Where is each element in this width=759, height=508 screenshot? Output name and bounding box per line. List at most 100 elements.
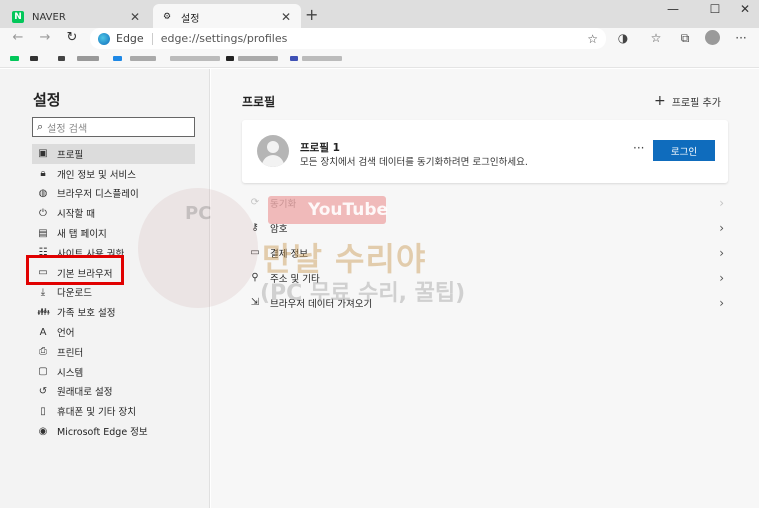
sidebar-item-label: 다운로드 bbox=[57, 288, 92, 300]
gear-icon: ⚙ bbox=[162, 12, 172, 22]
profile-avatar-icon[interactable] bbox=[705, 30, 720, 45]
edge-icon: ◉ bbox=[38, 425, 48, 437]
star-icon[interactable]: ☆ bbox=[587, 32, 598, 46]
sidebar-item-label: Microsoft Edge 정보 bbox=[57, 427, 148, 439]
maximize-icon[interactable]: ☐ bbox=[701, 2, 729, 16]
palette-icon: ◍ bbox=[38, 187, 48, 199]
bookmark-icon[interactable] bbox=[113, 56, 122, 61]
sidebar-item-printers[interactable]: ⎙ 프린터 bbox=[32, 342, 195, 362]
address-bar[interactable]: Edge edge://settings/profiles ☆ bbox=[90, 28, 606, 49]
reset-icon: ↺ bbox=[38, 385, 48, 397]
sidebar-item-label: 원래대로 설정 bbox=[57, 387, 113, 399]
refresh-icon[interactable]: ↻ bbox=[63, 30, 81, 45]
separator bbox=[151, 32, 153, 45]
sidebar-item-about[interactable]: ◉ Microsoft Edge 정보 bbox=[32, 421, 195, 441]
bookmark-icon[interactable] bbox=[226, 56, 234, 61]
tab-strip: N NAVER ✕ ⚙ 설정 ✕ + — ☐ ✕ bbox=[0, 0, 759, 30]
sidebar-item-label: 프린터 bbox=[57, 347, 84, 359]
newtab-icon: ▤ bbox=[38, 227, 48, 239]
favorites-icon[interactable]: ☆ bbox=[647, 31, 665, 45]
toolbar: ← → ↻ Edge edge://settings/profiles ☆ ◑ … bbox=[0, 28, 759, 50]
watermark-pc: PC bbox=[185, 203, 212, 224]
settings-search-input[interactable]: ⌕ 설정 검색 bbox=[32, 117, 195, 137]
bookmark-icon[interactable] bbox=[302, 56, 342, 61]
bookmark-icon[interactable] bbox=[130, 56, 156, 61]
watermark-sub: (PC 무료 수리, 꿀팁) bbox=[260, 281, 466, 306]
collections-icon[interactable]: ⧉ bbox=[676, 31, 694, 46]
watermark-main: 만날 수리야 bbox=[262, 240, 427, 278]
plus-icon: + bbox=[654, 93, 666, 109]
address-label: Edge bbox=[116, 32, 144, 45]
more-options-icon[interactable]: ··· bbox=[633, 141, 644, 155]
address-url[interactable]: edge://settings/profiles bbox=[161, 32, 588, 45]
sidebar-item-label: 가족 보호 설정 bbox=[57, 308, 116, 320]
sidebar-item-label: 시스템 bbox=[57, 367, 84, 379]
system-icon: ▢ bbox=[38, 366, 48, 378]
avatar-head bbox=[267, 141, 279, 153]
sidebar-item-privacy[interactable]: 🔒︎ 개인 정보 및 서비스 bbox=[32, 164, 195, 184]
power-icon: ⏻ bbox=[39, 207, 47, 219]
chevron-right-icon: › bbox=[719, 295, 724, 310]
sidebar-item-family[interactable]: 👪︎ 가족 보호 설정 bbox=[32, 302, 195, 322]
bookmark-icon[interactable] bbox=[238, 56, 278, 61]
phone-icon: ▯ bbox=[40, 405, 46, 417]
settings-title: 설정 bbox=[33, 91, 61, 109]
lock-icon: 🔒︎ bbox=[40, 168, 46, 180]
back-icon[interactable]: ← bbox=[9, 30, 27, 45]
chevron-right-icon: › bbox=[719, 245, 724, 260]
profile-name: 프로필 1 bbox=[300, 142, 340, 154]
search-icon: ⌕ bbox=[37, 120, 44, 133]
tracking-icon[interactable]: ◑ bbox=[614, 31, 632, 45]
tab-title: NAVER bbox=[32, 11, 66, 23]
close-tab-icon[interactable]: ✕ bbox=[128, 10, 142, 24]
sidebar-item-label: 개인 정보 및 서비스 bbox=[57, 169, 136, 181]
language-icon: A bbox=[39, 326, 47, 338]
sidebar-item-profiles[interactable]: ▣ 프로필 bbox=[32, 144, 195, 164]
add-profile-button[interactable]: + 프로필 추가 bbox=[654, 93, 721, 109]
bookmark-icon[interactable] bbox=[10, 56, 19, 61]
watermark-youtube: YouTube bbox=[268, 196, 388, 224]
login-button[interactable]: 로그인 bbox=[653, 140, 715, 161]
edge-icon bbox=[98, 32, 110, 45]
bookmark-icon[interactable] bbox=[58, 56, 65, 61]
sidebar-item-label: 브라우저 디스플레이 bbox=[57, 189, 139, 201]
add-profile-label: 프로필 추가 bbox=[671, 97, 721, 109]
close-tab-icon[interactable]: ✕ bbox=[279, 10, 293, 24]
chevron-right-icon: › bbox=[719, 270, 724, 285]
sidebar-item-phone[interactable]: ▯ 휴대폰 및 기타 장치 bbox=[32, 401, 195, 421]
avatar-body bbox=[262, 155, 284, 167]
bookmark-icon[interactable] bbox=[170, 56, 220, 61]
search-placeholder: 설정 검색 bbox=[47, 123, 88, 135]
profile-icon: ▣ bbox=[38, 148, 48, 160]
printer-icon: ⎙ bbox=[39, 346, 47, 358]
page-title: 프로필 bbox=[242, 95, 276, 109]
family-icon: 👪︎ bbox=[37, 306, 50, 318]
sidebar-item-languages[interactable]: A 언어 bbox=[32, 322, 195, 342]
sidebar-item-label: 휴대폰 및 기타 장치 bbox=[57, 407, 136, 419]
tab-settings[interactable]: ⚙ 설정 ✕ bbox=[153, 4, 301, 30]
minimize-icon[interactable]: — bbox=[659, 2, 687, 16]
profile-description: 모든 장치에서 검색 데이터를 동기화하려면 로그인하세요. bbox=[300, 157, 528, 168]
bookmark-icon[interactable] bbox=[30, 56, 38, 61]
window-close-icon[interactable]: ✕ bbox=[731, 2, 759, 16]
bookmark-icon[interactable] bbox=[77, 56, 99, 61]
sidebar-item-label: 프로필 bbox=[57, 149, 84, 161]
sidebar-item-reset[interactable]: ↺ 원래대로 설정 bbox=[32, 382, 195, 402]
tab-naver[interactable]: N NAVER ✕ bbox=[4, 4, 150, 30]
new-tab-icon[interactable]: + bbox=[305, 5, 318, 24]
avatar bbox=[257, 135, 289, 167]
forward-icon[interactable]: → bbox=[36, 30, 54, 45]
sync-icon: ⟳ bbox=[250, 197, 260, 208]
sidebar-item-system[interactable]: ▢ 시스템 bbox=[32, 362, 195, 382]
naver-favicon-icon: N bbox=[12, 11, 24, 23]
highlight-box bbox=[26, 255, 124, 285]
download-icon: ⤓ bbox=[40, 286, 46, 298]
bookmark-icon[interactable] bbox=[290, 56, 298, 61]
sidebar-item-label: 시작할 때 bbox=[57, 209, 95, 221]
sidebar-item-label: 언어 bbox=[57, 328, 75, 340]
bookmarks-bar bbox=[0, 50, 759, 68]
chevron-right-icon: › bbox=[719, 195, 724, 210]
chevron-right-icon: › bbox=[719, 220, 724, 235]
more-icon[interactable]: ··· bbox=[732, 31, 750, 45]
profile-card: 프로필 1 모든 장치에서 검색 데이터를 동기화하려면 로그인하세요. ···… bbox=[242, 120, 728, 183]
